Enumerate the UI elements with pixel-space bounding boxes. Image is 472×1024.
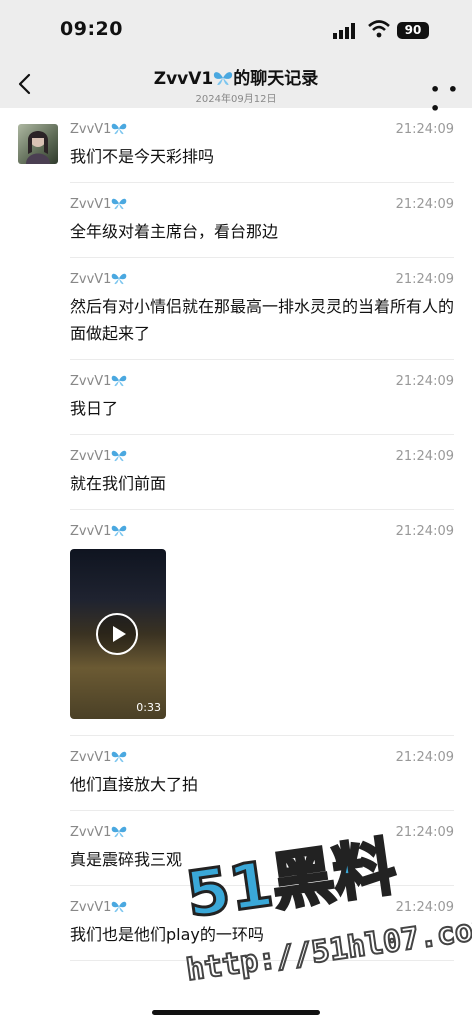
butterfly-icon — [112, 450, 127, 462]
butterfly-icon — [112, 123, 127, 135]
message-time: 21:24:09 — [395, 524, 454, 539]
title-prefix: ZvvV1 — [153, 69, 214, 89]
play-button[interactable] — [96, 613, 138, 655]
message-text: 我们不是今天彩排吗 — [70, 147, 215, 166]
page-title: ZvvV1 的聊天记录 2024年09月12日 — [90, 64, 382, 105]
butterfly-icon — [112, 375, 127, 387]
butterfly-icon — [112, 751, 127, 763]
butterfly-icon — [112, 826, 127, 838]
video-duration: 0:33 — [136, 701, 161, 714]
butterfly-icon — [112, 198, 127, 210]
title-suffix: 的聊天记录 — [233, 69, 319, 89]
message-text: 我日了 — [70, 399, 119, 418]
message-time: 21:24:09 — [395, 122, 454, 137]
message-item[interactable]: ZvvV1 21:24:09 他们直接放大了拍 — [0, 736, 472, 811]
status-bar: 09:20 90 — [0, 0, 472, 60]
butterfly-icon — [112, 525, 127, 537]
message-text: 全年级对着主席台，看台那边 — [70, 222, 279, 241]
message-text: 他们直接放大了拍 — [70, 775, 199, 794]
message-text: 就在我们前面 — [70, 474, 167, 493]
signal-icon — [333, 23, 355, 39]
message-time: 21:24:09 — [395, 197, 454, 212]
battery-indicator: 90 — [397, 22, 429, 39]
message-item[interactable]: ZvvV1 21:24:09 我日了 — [0, 360, 472, 435]
home-indicator[interactable] — [152, 1010, 320, 1015]
message-time: 21:24:09 — [395, 449, 454, 464]
message-item[interactable]: ZvvV1 21:24:09 就在我们前面 — [0, 435, 472, 510]
butterfly-icon — [112, 901, 127, 913]
video-thumbnail[interactable]: 0:33 — [70, 549, 166, 719]
message-item[interactable]: ZvvV1 21:24:09 全年级对着主席台，看台那边 — [0, 183, 472, 258]
watermark-logo: 51黑料 — [180, 828, 401, 933]
watermark: 51黑料 http://51hl07.com — [180, 820, 472, 1000]
back-chevron-icon[interactable] — [14, 72, 36, 96]
message-item[interactable]: ZvvV1 21:24:09 我们不是今天彩排吗 — [0, 108, 472, 183]
message-item[interactable]: ZvvV1 21:24:09 然后有对小情侣就在那最高一排水灵灵的当着所有人的面… — [0, 258, 472, 360]
play-icon — [113, 626, 126, 642]
message-time: 21:24:09 — [395, 272, 454, 287]
message-time: 21:24:09 — [395, 750, 454, 765]
status-time: 09:20 — [60, 18, 123, 40]
message-item[interactable]: ZvvV1 21:24:09 0:33 — [0, 510, 472, 736]
butterfly-icon — [214, 72, 233, 85]
message-text: 然后有对小情侣就在那最高一排水灵灵的当着所有人的面做起来了 — [70, 297, 455, 343]
nav-bar: ZvvV1 的聊天记录 2024年09月12日 • • • — [0, 60, 472, 118]
page-subtitle: 2024年09月12日 — [195, 94, 277, 105]
butterfly-icon — [112, 273, 127, 285]
wifi-icon — [368, 20, 390, 38]
message-time: 21:24:09 — [395, 374, 454, 389]
